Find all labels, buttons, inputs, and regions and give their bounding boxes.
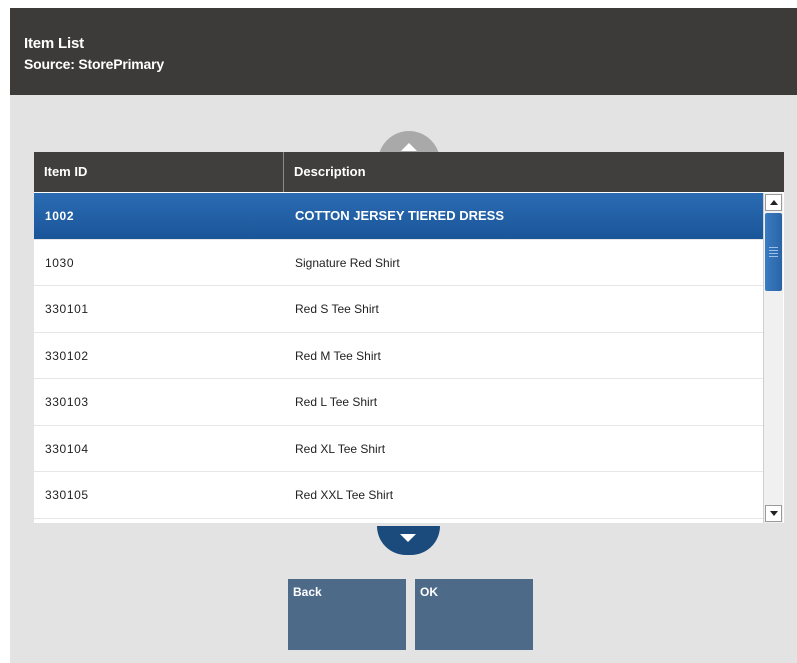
item-id-cell: 330104 xyxy=(45,441,89,456)
scrollbar-thumb[interactable] xyxy=(765,213,782,291)
table-body: 1002 COTTON JERSEY TIERED DRESS 1030 Sig… xyxy=(34,193,763,519)
item-id-cell: 330103 xyxy=(45,395,89,409)
scrollbar-down-arrow-icon[interactable] xyxy=(765,505,782,522)
header-bar: Item List Source: StorePrimary xyxy=(10,8,797,95)
button-bar: Back OK xyxy=(288,579,533,650)
item-table: Item ID Description 1002 COTTON JERSEY T… xyxy=(34,152,784,523)
description-cell: Red XL Tee Shirt xyxy=(295,441,386,456)
table-header: Item ID Description xyxy=(34,152,784,192)
description-cell: Red S Tee Shirt xyxy=(295,302,379,316)
item-id-cell: 330101 xyxy=(45,302,89,316)
description-cell: Red L Tee Shirt xyxy=(295,395,378,409)
description-cell: Signature Red Shirt xyxy=(295,255,400,270)
item-id-cell: 1002 xyxy=(45,209,75,223)
vertical-scrollbar[interactable] xyxy=(763,193,783,523)
scroll-down-button[interactable] xyxy=(377,526,440,555)
item-id-cell: 330102 xyxy=(45,348,89,363)
grip-line xyxy=(769,256,778,257)
source-label: Source: StorePrimary xyxy=(24,56,164,72)
chevron-down-icon xyxy=(400,534,416,542)
table-row[interactable]: 1002 COTTON JERSEY TIERED DRESS xyxy=(34,193,763,240)
description-cell: COTTON JERSEY TIERED DRESS xyxy=(295,208,505,223)
ok-button[interactable]: OK xyxy=(415,579,533,650)
item-id-cell: 1030 xyxy=(45,255,75,270)
column-header-item-id: Item ID xyxy=(34,152,284,192)
back-button[interactable]: Back xyxy=(288,579,406,650)
table-row[interactable]: 330105 Red XXL Tee Shirt xyxy=(34,472,763,519)
table-row[interactable]: 330104 Red XL Tee Shirt xyxy=(34,426,763,472)
item-list-screen: Item List Source: StorePrimary Item ID D… xyxy=(10,8,797,663)
chevron-up-icon xyxy=(401,143,417,151)
column-header-description: Description xyxy=(294,164,366,179)
grip-line xyxy=(769,253,778,254)
table-row[interactable]: 1030 Signature Red Shirt xyxy=(34,240,763,286)
grip-line xyxy=(769,250,778,251)
grip-line xyxy=(769,247,778,248)
page-title: Item List xyxy=(24,35,84,52)
table-row[interactable]: 330101 Red S Tee Shirt xyxy=(34,286,763,333)
scrollbar-up-arrow-icon[interactable] xyxy=(765,194,782,211)
item-id-cell: 330105 xyxy=(45,488,89,502)
description-cell: Red M Tee Shirt xyxy=(295,348,381,363)
table-row[interactable]: 330102 Red M Tee Shirt xyxy=(34,333,763,379)
table-row[interactable]: 330103 Red L Tee Shirt xyxy=(34,379,763,426)
description-cell: Red XXL Tee Shirt xyxy=(295,488,394,502)
